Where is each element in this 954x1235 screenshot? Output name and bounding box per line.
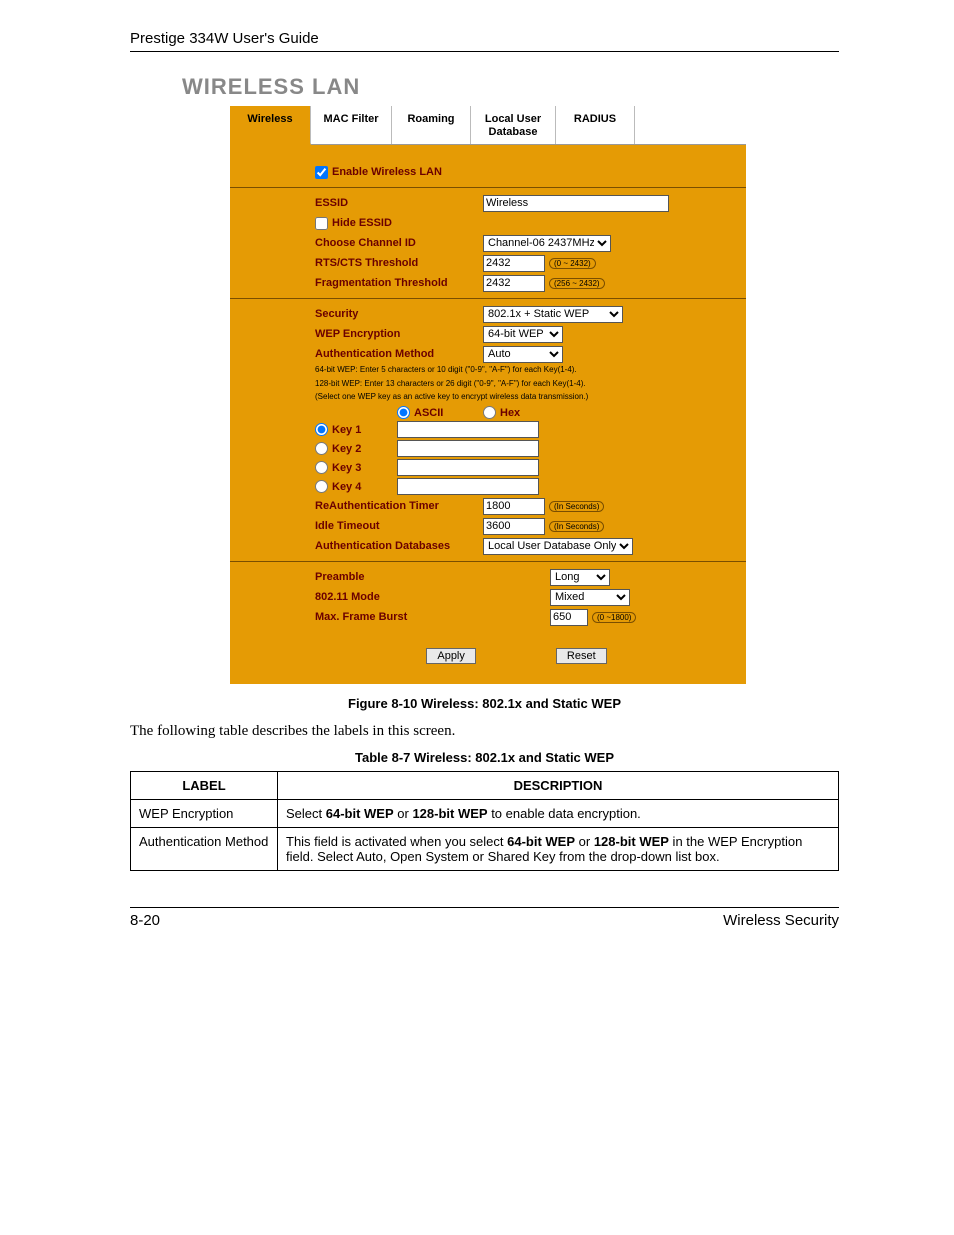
rts-help: (0 ~ 2432) [549, 258, 596, 269]
auth-method-label: Authentication Method [315, 348, 483, 360]
enable-wireless-label: Enable Wireless LAN [332, 166, 442, 178]
page-footer: 8-20 Wireless Security [130, 907, 839, 929]
table-caption: Table 8-7 Wireless: 802.1x and Static WE… [130, 750, 839, 765]
section-title: WIRELESS LAN [182, 74, 839, 100]
figure-caption: Figure 8-10 Wireless: 802.1x and Static … [130, 696, 839, 711]
reauth-label: ReAuthentication Timer [315, 500, 483, 512]
auth-method-select[interactable]: Auto [483, 346, 563, 363]
key1-radio[interactable] [315, 423, 328, 436]
preamble-select[interactable]: Long [550, 569, 610, 586]
frag-input[interactable] [483, 275, 545, 292]
intro-text: The following table describes the labels… [130, 723, 839, 740]
wep-label: WEP Encryption [315, 328, 483, 340]
ascii-label: ASCII [414, 407, 443, 419]
authdb-label: Authentication Databases [315, 540, 483, 552]
tab-wireless[interactable]: Wireless [230, 106, 311, 145]
key2-radio[interactable] [315, 442, 328, 455]
tab-roaming[interactable]: Roaming [392, 106, 471, 144]
reauth-help: (In Seconds) [549, 501, 604, 512]
cell-desc: This field is activated when you select … [278, 828, 839, 871]
key4-radio[interactable] [315, 480, 328, 493]
apply-button[interactable]: Apply [426, 648, 476, 664]
mode-label: 802.11 Mode [315, 591, 550, 603]
frag-help: (256 ~ 2432) [549, 278, 605, 289]
hide-essid-checkbox[interactable] [315, 217, 328, 230]
essid-input[interactable] [483, 195, 669, 212]
rts-label: RTS/CTS Threshold [315, 257, 483, 269]
idle-help: (In Seconds) [549, 521, 604, 532]
page-number: 8-20 [130, 912, 160, 929]
key3-input[interactable] [397, 459, 539, 476]
reauth-input[interactable] [483, 498, 545, 515]
idle-input[interactable] [483, 518, 545, 535]
essid-label: ESSID [315, 197, 483, 209]
channel-label: Choose Channel ID [315, 237, 483, 249]
burst-help: (0 ~1800) [592, 612, 636, 623]
tab-mac-filter[interactable]: MAC Filter [311, 106, 392, 144]
config-panel: Enable Wireless LAN ESSID Hide ESSID Cho… [230, 145, 746, 684]
tab-radius[interactable]: RADIUS [556, 106, 635, 144]
key1-label: Key 1 [332, 424, 361, 436]
key4-input[interactable] [397, 478, 539, 495]
th-label: LABEL [131, 772, 278, 800]
idle-label: Idle Timeout [315, 520, 483, 532]
security-select[interactable]: 802.1x + Static WEP [483, 306, 623, 323]
tab-bar: Wireless MAC Filter Roaming Local User D… [230, 106, 746, 145]
reset-button[interactable]: Reset [556, 648, 607, 664]
wep-select[interactable]: 64-bit WEP [483, 326, 563, 343]
authdb-select[interactable]: Local User Database Only [483, 538, 633, 555]
key1-input[interactable] [397, 421, 539, 438]
hex-label: Hex [500, 407, 520, 419]
footer-section: Wireless Security [723, 912, 839, 929]
burst-input[interactable] [550, 609, 588, 626]
key3-radio[interactable] [315, 461, 328, 474]
note-select: (Select one WEP key as an active key to … [315, 392, 718, 402]
description-table: LABEL DESCRIPTION WEP Encryption Select … [130, 771, 839, 871]
enable-wireless-checkbox[interactable] [315, 166, 328, 179]
cell-label: WEP Encryption [131, 800, 278, 828]
note-128: 128-bit WEP: Enter 13 characters or 26 d… [315, 379, 718, 389]
security-label: Security [315, 308, 483, 320]
mode-select[interactable]: Mixed [550, 589, 630, 606]
key3-label: Key 3 [332, 462, 361, 474]
preamble-label: Preamble [315, 571, 550, 583]
rts-input[interactable] [483, 255, 545, 272]
key2-label: Key 2 [332, 443, 361, 455]
ascii-radio[interactable] [397, 406, 410, 419]
table-row: Authentication Method This field is acti… [131, 828, 839, 871]
burst-label: Max. Frame Burst [315, 611, 550, 623]
frag-label: Fragmentation Threshold [315, 277, 483, 289]
th-desc: DESCRIPTION [278, 772, 839, 800]
table-row: WEP Encryption Select 64-bit WEP or 128-… [131, 800, 839, 828]
cell-desc: Select 64-bit WEP or 128-bit WEP to enab… [278, 800, 839, 828]
doc-header: Prestige 334W User's Guide [130, 30, 839, 52]
note-64: 64-bit WEP: Enter 5 characters or 10 dig… [315, 365, 718, 375]
hex-radio[interactable] [483, 406, 496, 419]
hide-essid-label: Hide ESSID [332, 217, 392, 229]
cell-label: Authentication Method [131, 828, 278, 871]
wireless-screenshot: Wireless MAC Filter Roaming Local User D… [230, 106, 746, 684]
tab-local-user-db[interactable]: Local User Database [471, 106, 556, 144]
key2-input[interactable] [397, 440, 539, 457]
key4-label: Key 4 [332, 481, 361, 493]
channel-select[interactable]: Channel-06 2437MHz [483, 235, 611, 252]
